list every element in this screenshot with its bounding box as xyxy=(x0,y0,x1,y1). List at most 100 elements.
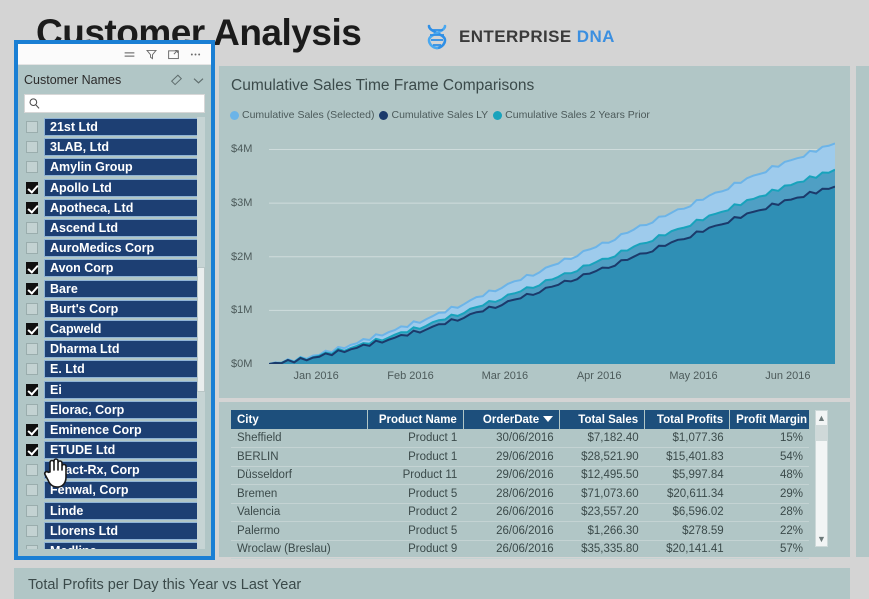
table-cell-product: Product 5 xyxy=(367,484,464,504)
slicer-item[interactable]: Medline xyxy=(24,541,205,549)
table-column-header[interactable]: Total Profits xyxy=(644,410,731,429)
slicer-scrollbar-thumb[interactable] xyxy=(197,267,205,392)
slicer-item[interactable]: Amylin Group xyxy=(24,157,205,177)
checkbox-unchecked[interactable] xyxy=(26,545,38,549)
table-row[interactable]: BERLIN Product 1 29/06/2016 $28,521.90 $15,4… xyxy=(231,447,809,467)
legend-item[interactable]: Cumulative Sales (Selected) xyxy=(230,109,374,121)
slicer-scrollbar[interactable] xyxy=(197,117,205,549)
table-cell-date: 28/06/2016 xyxy=(463,484,560,504)
checkbox-checked[interactable] xyxy=(26,444,38,457)
x-axis-tick-label: Mar 2016 xyxy=(481,370,529,382)
eraser-icon[interactable] xyxy=(170,74,185,87)
slicer-title: Customer Names xyxy=(24,73,122,87)
table-cell-product: Product 1 xyxy=(367,447,464,467)
checkbox-unchecked[interactable] xyxy=(26,242,38,255)
table-row[interactable]: Sheffield Product 1 30/06/2016 $7,182.40 $1,… xyxy=(231,429,809,448)
slicer-item[interactable]: Ascend Ltd xyxy=(24,218,205,238)
slicer-item[interactable]: Linde xyxy=(24,501,205,521)
slicer-item[interactable]: Exact-Rx, Corp xyxy=(24,460,205,480)
checkbox-unchecked[interactable] xyxy=(26,403,38,416)
legend-item[interactable]: Cumulative Sales 2 Years Prior xyxy=(493,109,650,121)
table-row[interactable]: Bremen Product 5 28/06/2016 $71,073.60 $20,6… xyxy=(231,484,809,504)
slicer-item-label: Elorac, Corp xyxy=(44,400,205,419)
brand-enterprise-text: ENTERPRISE xyxy=(459,27,572,46)
table-scrollbar-thumb[interactable] xyxy=(816,425,827,441)
table-row[interactable]: Valencia Product 2 26/06/2016 $23,557.20 $6,… xyxy=(231,503,809,522)
checkbox-unchecked[interactable] xyxy=(26,343,38,356)
slicer-item[interactable]: Eminence Corp xyxy=(24,420,205,440)
table-cell-date: 26/06/2016 xyxy=(463,503,560,522)
checkbox-checked[interactable] xyxy=(26,383,38,396)
slicer-item[interactable]: Elorac, Corp xyxy=(24,400,205,420)
table-column-header[interactable]: OrderDate xyxy=(463,410,561,429)
legend-label: Cumulative Sales 2 Years Prior xyxy=(505,109,650,121)
slicer-item[interactable]: Bare xyxy=(24,279,205,299)
slicer-item[interactable]: Capweld xyxy=(24,319,205,339)
table-scrollbar[interactable]: ▲ ▼ xyxy=(815,410,828,547)
slicer-item[interactable]: Apotheca, Ltd xyxy=(24,198,205,218)
table-cell-date: 30/06/2016 xyxy=(463,429,560,448)
checkbox-checked[interactable] xyxy=(26,322,38,335)
more-options-icon[interactable] xyxy=(189,48,202,61)
slicer-item[interactable]: E. Ltd xyxy=(24,359,205,379)
checkbox-checked[interactable] xyxy=(26,201,38,214)
chevron-down-icon[interactable] xyxy=(192,76,205,85)
table-cell-margin: 29% xyxy=(729,484,809,504)
slicer-item[interactable]: 3LAB, Ltd xyxy=(24,137,205,157)
table-header-row: City Product Name OrderDate Total Sales Tota… xyxy=(231,410,809,429)
checkbox-unchecked[interactable] xyxy=(26,504,38,517)
filter-funnel-icon[interactable] xyxy=(145,48,158,61)
checkbox-unchecked[interactable] xyxy=(26,302,38,315)
table-row[interactable]: Wroclaw (Breslau) Product 9 26/06/2016 $35,… xyxy=(231,540,809,559)
checkbox-checked[interactable] xyxy=(26,262,38,275)
slicer-item[interactable]: Ei xyxy=(24,379,205,399)
table-cell-profits: $20,141.41 xyxy=(644,540,730,559)
slicer-item[interactable]: ETUDE Ltd xyxy=(24,440,205,460)
slicer-item[interactable]: Llorens Ltd xyxy=(24,521,205,541)
table-cell-date: 29/06/2016 xyxy=(463,447,560,467)
checkbox-unchecked[interactable] xyxy=(26,141,38,154)
checkbox-unchecked[interactable] xyxy=(26,484,38,497)
checkbox-checked[interactable] xyxy=(26,423,38,436)
table-cell-city: Palermo xyxy=(231,521,367,541)
table-cell-date: 26/06/2016 xyxy=(463,521,560,541)
checkbox-unchecked[interactable] xyxy=(26,161,38,174)
slicer-item-list[interactable]: 21st Ltd 3LAB, Ltd Amylin Group Apollo Ltd A… xyxy=(24,117,205,549)
x-axis-tick-label: Jan 2016 xyxy=(293,370,339,382)
menu-lines-icon[interactable] xyxy=(123,48,136,61)
checkbox-checked[interactable] xyxy=(26,181,38,194)
focus-mode-icon[interactable] xyxy=(167,48,180,61)
checkbox-checked[interactable] xyxy=(26,282,38,295)
search-input[interactable] xyxy=(41,95,201,112)
y-axis-tick-label: $4M xyxy=(231,143,253,156)
table-row[interactable]: Düsseldorf Product 11 29/06/2016 $12,495.50… xyxy=(231,466,809,485)
table-cell-profits: $5,997.84 xyxy=(644,466,730,485)
checkbox-unchecked[interactable] xyxy=(26,464,38,477)
slicer-item[interactable]: 21st Ltd xyxy=(24,117,205,137)
table-cell-margin: 54% xyxy=(729,447,809,467)
checkbox-unchecked[interactable] xyxy=(26,363,38,376)
slicer-item[interactable]: Fenwal, Corp xyxy=(24,480,205,500)
slicer-toolbar xyxy=(18,44,211,65)
slicer-item[interactable]: Apollo Ltd xyxy=(24,178,205,198)
slicer-item[interactable]: Avon Corp xyxy=(24,258,205,278)
slicer-search-box[interactable] xyxy=(24,94,205,113)
slicer-item[interactable]: Burt's Corp xyxy=(24,299,205,319)
table-column-header[interactable]: City xyxy=(231,410,368,429)
table-column-header[interactable]: Profit Margin xyxy=(729,410,809,429)
legend-color-dot xyxy=(379,110,389,120)
table-column-header[interactable]: Total Sales xyxy=(559,410,646,429)
customer-names-slicer[interactable]: Customer Names 21st Ltd 3LAB, Ltd Amylin G… xyxy=(14,40,215,560)
checkbox-unchecked[interactable] xyxy=(26,524,38,537)
chevron-down-icon[interactable]: ▼ xyxy=(816,533,827,545)
checkbox-unchecked[interactable] xyxy=(26,121,38,134)
legend-item[interactable]: Cumulative Sales LY xyxy=(379,109,488,121)
table-cell-city: Wroclaw (Breslau) xyxy=(231,540,367,559)
slicer-body: Customer Names 21st Ltd 3LAB, Ltd Amylin G… xyxy=(18,65,211,556)
table-column-header[interactable]: Product Name xyxy=(367,410,464,429)
table-row[interactable]: Palermo Product 5 26/06/2016 $1,266.30 $278.… xyxy=(231,521,809,541)
slicer-item[interactable]: AuroMedics Corp xyxy=(24,238,205,258)
chevron-up-icon[interactable]: ▲ xyxy=(816,412,827,424)
slicer-item[interactable]: Dharma Ltd xyxy=(24,339,205,359)
checkbox-unchecked[interactable] xyxy=(26,222,38,235)
